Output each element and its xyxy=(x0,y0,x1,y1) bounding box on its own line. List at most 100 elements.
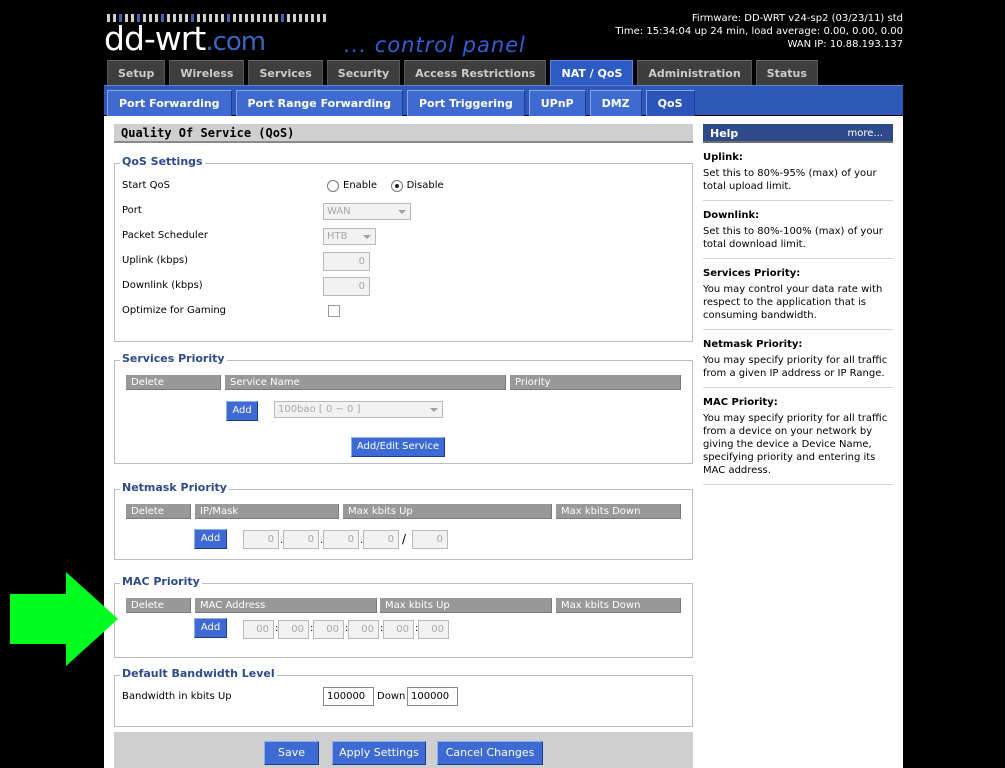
tab-services[interactable]: Services xyxy=(248,60,323,85)
tab-security[interactable]: Security xyxy=(326,60,401,85)
port-select-value: WAN xyxy=(327,206,351,217)
downlink-input[interactable]: 0 xyxy=(323,277,370,296)
column-header-priority: Priority xyxy=(510,375,681,390)
logo: dd-wrt.com xyxy=(104,19,266,60)
apply-settings-button[interactable]: Apply Settings xyxy=(332,741,426,765)
column-header-delete: Delete xyxy=(126,598,191,613)
section-legend: MAC Priority xyxy=(120,575,202,588)
subtab-dmz[interactable]: DMZ xyxy=(589,90,642,116)
arrow-shape xyxy=(10,572,118,666)
subtab-qos[interactable]: QoS xyxy=(645,90,695,116)
scheduler-label: Packet Scheduler xyxy=(122,230,208,241)
pointer-arrow-icon xyxy=(10,572,118,666)
subtab-port-triggering[interactable]: Port Triggering xyxy=(406,90,525,116)
subtab-port-range-forwarding[interactable]: Port Range Forwarding xyxy=(235,90,403,116)
scheduler-select[interactable]: HTB xyxy=(323,228,376,245)
content-area: Quality Of Service (QoS) QoS Settings St… xyxy=(104,116,903,768)
main-panel: Quality Of Service (QoS) QoS Settings St… xyxy=(114,124,693,727)
gaming-checkbox[interactable] xyxy=(328,305,340,317)
section-legend: QoS Settings xyxy=(120,155,205,168)
help-panel: Help more... Uplink: Set this to 80%-95%… xyxy=(703,124,893,485)
logo-tagline: ... control panel xyxy=(344,33,526,57)
ip-octet-4[interactable]: 0 xyxy=(363,530,399,549)
help-item: Services Priority: You may control your … xyxy=(703,259,893,330)
ip-octet-3[interactable]: 0 xyxy=(323,530,359,549)
save-button[interactable]: Save xyxy=(264,741,319,765)
uptime: Time: 15:34:04 up 24 min, load average: … xyxy=(615,26,903,37)
disable-radio[interactable] xyxy=(390,180,403,192)
column-header-mac-address: MAC Address xyxy=(195,598,377,613)
mac-octet-5[interactable]: 00 xyxy=(383,620,414,639)
netmask-input[interactable]: 0 xyxy=(412,530,448,549)
help-header: Help more... xyxy=(703,124,893,143)
mac-octet-3[interactable]: 00 xyxy=(313,620,344,639)
gaming-label: Optimize for Gaming xyxy=(122,305,227,316)
sub-tabs: Port Forwarding Port Range Forwarding Po… xyxy=(107,90,695,116)
add-netmask-button[interactable]: Add xyxy=(194,529,227,549)
bandwidth-up-label: Bandwidth in kbits Up xyxy=(122,691,232,702)
section-legend: Netmask Priority xyxy=(120,481,229,494)
logo-main: dd-wrt xyxy=(104,19,206,58)
subtab-upnp[interactable]: UPnP xyxy=(528,90,586,116)
mac-octet-2[interactable]: 00 xyxy=(278,620,309,639)
section-legend: Services Priority xyxy=(120,352,227,365)
mac-octet-1[interactable]: 00 xyxy=(243,620,274,639)
main-tabs: Setup Wireless Services Security Access … xyxy=(107,60,818,86)
tab-status[interactable]: Status xyxy=(755,60,818,85)
firmware-info: Firmware: DD-WRT v24-sp2 (03/23/11) std … xyxy=(615,12,903,51)
slash-separator: / xyxy=(402,532,407,546)
header: dd-wrt.com ... control panel Firmware: D… xyxy=(104,0,903,86)
cancel-changes-button[interactable]: Cancel Changes xyxy=(437,741,543,765)
service-select[interactable]: 100bao [ 0 ~ 0 ] xyxy=(274,401,443,418)
help-item-text: You may specify priority for all traffic… xyxy=(703,355,888,379)
enable-radio[interactable] xyxy=(327,180,339,192)
help-item: MAC Priority: You may specify priority f… xyxy=(703,388,893,485)
enable-label: Enable xyxy=(343,180,378,191)
tab-setup[interactable]: Setup xyxy=(107,60,166,85)
mac-octet-6[interactable]: 00 xyxy=(418,620,449,639)
tab-wireless[interactable]: Wireless xyxy=(169,60,245,85)
column-header-max-kbits-up: Max kbits Up xyxy=(380,598,552,613)
wan-ip: WAN IP: 10.88.193.137 xyxy=(787,39,903,50)
column-header-delete: Delete xyxy=(126,504,191,519)
help-item-title: Downlink: xyxy=(703,210,760,221)
downlink-label: Downlink (kbps) xyxy=(122,280,203,291)
add-edit-service-button[interactable]: Add/Edit Service xyxy=(351,437,445,457)
column-header-ip-mask: IP/Mask xyxy=(195,504,339,519)
chevron-down-icon xyxy=(363,235,371,239)
uplink-input[interactable]: 0 xyxy=(323,252,370,271)
help-item-title: Uplink: xyxy=(703,152,743,163)
services-priority-section: Services Priority Delete Service Name Pr… xyxy=(114,352,693,464)
add-service-button[interactable]: Add xyxy=(226,401,258,421)
subtab-port-forwarding[interactable]: Port Forwarding xyxy=(107,90,232,116)
help-item: Uplink: Set this to 80%-95% (max) of you… xyxy=(703,143,893,201)
service-select-value: 100bao [ 0 ~ 0 ] xyxy=(278,404,361,415)
start-qos-radio-group: Enable Disable xyxy=(327,176,454,196)
add-mac-button[interactable]: Add xyxy=(194,618,227,638)
firmware-version: Firmware: DD-WRT v24-sp2 (03/23/11) std xyxy=(691,13,903,24)
action-bar: Save Apply Settings Cancel Changes xyxy=(114,732,693,768)
mac-octet-4[interactable]: 00 xyxy=(348,620,379,639)
port-select[interactable]: WAN xyxy=(323,203,411,220)
sub-navigation: Port Forwarding Port Range Forwarding Po… xyxy=(104,85,903,116)
bandwidth-down-label: Down xyxy=(377,691,406,702)
mac-priority-section: MAC Priority Delete MAC Address Max kbit… xyxy=(114,575,693,658)
uplink-label: Uplink (kbps) xyxy=(122,255,189,266)
tab-nat-qos[interactable]: NAT / QoS xyxy=(550,60,634,86)
column-header-service-name: Service Name xyxy=(225,375,506,390)
bandwidth-down-input[interactable]: 100000 xyxy=(407,687,458,706)
ip-octet-2[interactable]: 0 xyxy=(283,530,319,549)
help-item: Netmask Priority: You may specify priori… xyxy=(703,330,893,388)
help-item-title: Netmask Priority: xyxy=(703,339,803,350)
bandwidth-up-input[interactable]: 100000 xyxy=(323,687,374,706)
page-title: Quality Of Service (QoS) xyxy=(114,124,693,143)
logo-suffix: .com xyxy=(205,27,266,57)
tab-access-restrictions[interactable]: Access Restrictions xyxy=(404,60,547,85)
section-legend: Default Bandwidth Level xyxy=(120,667,277,680)
default-bandwidth-section: Default Bandwidth Level Bandwidth in kbi… xyxy=(114,667,693,727)
help-more-link[interactable]: more... xyxy=(848,124,883,143)
ip-octet-1[interactable]: 0 xyxy=(243,530,279,549)
tab-administration[interactable]: Administration xyxy=(637,60,752,85)
qos-settings-section: QoS Settings Start QoS Enable Disable Po… xyxy=(114,155,693,342)
column-header-delete: Delete xyxy=(126,375,221,390)
